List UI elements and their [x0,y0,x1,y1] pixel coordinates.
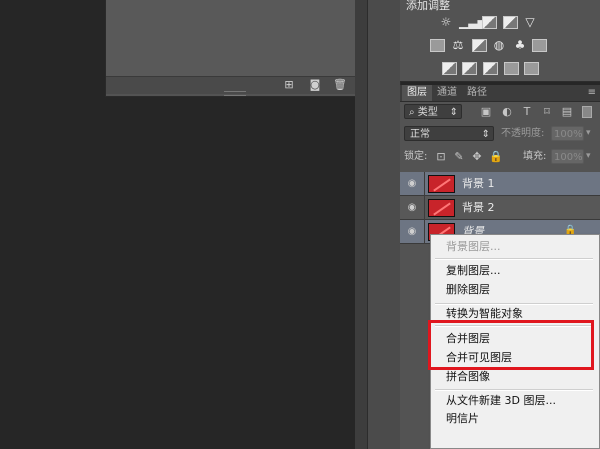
updown-icon: ⇕ [449,107,458,118]
visibility-eye-icon[interactable]: ◉ [405,225,419,239]
menu-separator [435,258,593,260]
menu-item-delete-layer[interactable]: 删除图层 [446,281,490,299]
filter-kind-value: 类型 [417,107,438,118]
filter-adjustment-icon[interactable]: ◐ [501,106,513,118]
filter-shape-icon[interactable]: ⌑ [541,106,553,118]
exposure-icon[interactable] [503,16,518,29]
layers-tab-bar: 图层 通道 路径 ≡ [400,85,600,102]
filter-kind-select[interactable]: ⌕ 类型 ⇕ [404,104,462,119]
blend-mode-select[interactable]: 正常 ⇕ [404,126,494,141]
lock-transparent-icon[interactable]: ⊡ [435,151,447,163]
curves-icon[interactable] [482,16,497,29]
posterize-icon[interactable] [462,62,477,75]
threshold-icon[interactable] [483,62,498,75]
levels-icon[interactable]: ▁▃▅ [459,15,487,29]
layer-name[interactable]: 背景 1 [462,172,495,196]
visibility-eye-icon[interactable]: ◉ [405,177,419,191]
filter-type-icon[interactable]: T [521,106,533,118]
filter-pixel-icon[interactable]: ▣ [480,106,492,118]
menu-separator [435,389,593,391]
layer-name[interactable]: 背景 2 [462,196,495,220]
layer-row[interactable]: ◉ 背景 1 [400,172,600,196]
tab-paths[interactable]: 路径 [462,85,492,101]
vibrance-icon[interactable]: ▽ [522,15,538,29]
menu-item-postcard[interactable]: 明信片 [446,410,479,428]
adjustments-title: 添加调整 [406,0,450,12]
blend-mode-value: 正常 [410,129,430,140]
new-item-icon[interactable]: ⊞ [282,79,296,91]
floating-panel-body [106,0,364,76]
filter-smart-object-icon[interactable]: ▤ [561,106,573,118]
color-lookup-icon[interactable] [532,39,547,52]
tab-layers[interactable]: 图层 [402,85,432,101]
menu-item-background-layer[interactable]: 背景图层... [446,238,501,256]
context-menu: 背景图层... 复制图层... 删除图层 转换为智能对象 合并图层 合并可见图层… [430,234,600,449]
tab-channels[interactable]: 通道 [432,85,462,101]
opacity-dropdown-icon[interactable]: ▾ [586,126,591,141]
fill-label: 填充: [523,151,547,162]
lock-pixels-icon[interactable]: ✎ [453,151,465,163]
fill-input[interactable]: 100% [551,149,584,164]
lock-label: 锁定: [404,151,428,162]
visibility-eye-icon[interactable]: ◉ [405,201,419,215]
lock-position-icon[interactable]: ✥ [471,151,483,163]
menu-item-duplicate-layer[interactable]: 复制图层... [446,262,501,280]
gradient-map-icon[interactable] [524,62,539,75]
divider [424,220,425,244]
color-balance-icon[interactable]: ⚖ [450,38,466,52]
photo-filter-icon[interactable]: ◍ [491,38,507,52]
invert-icon[interactable] [442,62,457,75]
opacity-label: 不透明度: [501,128,545,139]
menu-separator [435,325,593,327]
opacity-input[interactable]: 100% [551,126,584,141]
hue-saturation-icon[interactable] [430,39,445,52]
panel-menu-icon[interactable]: ≡ [588,85,596,101]
trash-icon[interactable]: 🗑 [333,79,347,91]
menu-item-convert-smart-object[interactable]: 转换为智能对象 [446,305,523,323]
filter-toggle[interactable] [582,106,592,118]
divider [424,172,425,196]
resize-grip[interactable] [224,91,246,96]
channel-mixer-icon[interactable]: ♣ [512,38,528,52]
layer-row[interactable]: ◉ 背景 2 [400,196,600,220]
menu-item-flatten-image[interactable]: 拼合图像 [446,368,490,386]
menu-item-new-3d-layer[interactable]: 从文件新建 3D 图层... [446,392,556,410]
updown-icon: ⇕ [481,129,490,140]
collapsed-panel-strip [367,0,401,449]
selective-color-icon[interactable] [504,62,519,75]
menu-item-merge-visible[interactable]: 合并可见图层 [446,349,512,367]
brightness-contrast-icon[interactable]: ☼ [438,15,454,29]
lock-all-icon[interactable]: 🔒 [489,151,503,163]
fill-dropdown-icon[interactable]: ▾ [586,149,591,164]
divider [424,196,425,220]
layer-thumbnail [428,175,455,193]
layer-thumbnail [428,199,455,217]
floating-panel: ⊞ ◙ 🗑 [105,0,365,97]
black-white-icon[interactable] [472,39,487,52]
panel-gap [355,0,367,449]
search-icon: ⌕ [409,107,418,118]
adjustments-panel: 添加调整 ☼ ▁▃▅ ▽ ⚖ ◍ ♣ [400,0,600,82]
camera-icon[interactable]: ◙ [308,79,322,91]
menu-item-merge-layers[interactable]: 合并图层 [446,330,490,348]
